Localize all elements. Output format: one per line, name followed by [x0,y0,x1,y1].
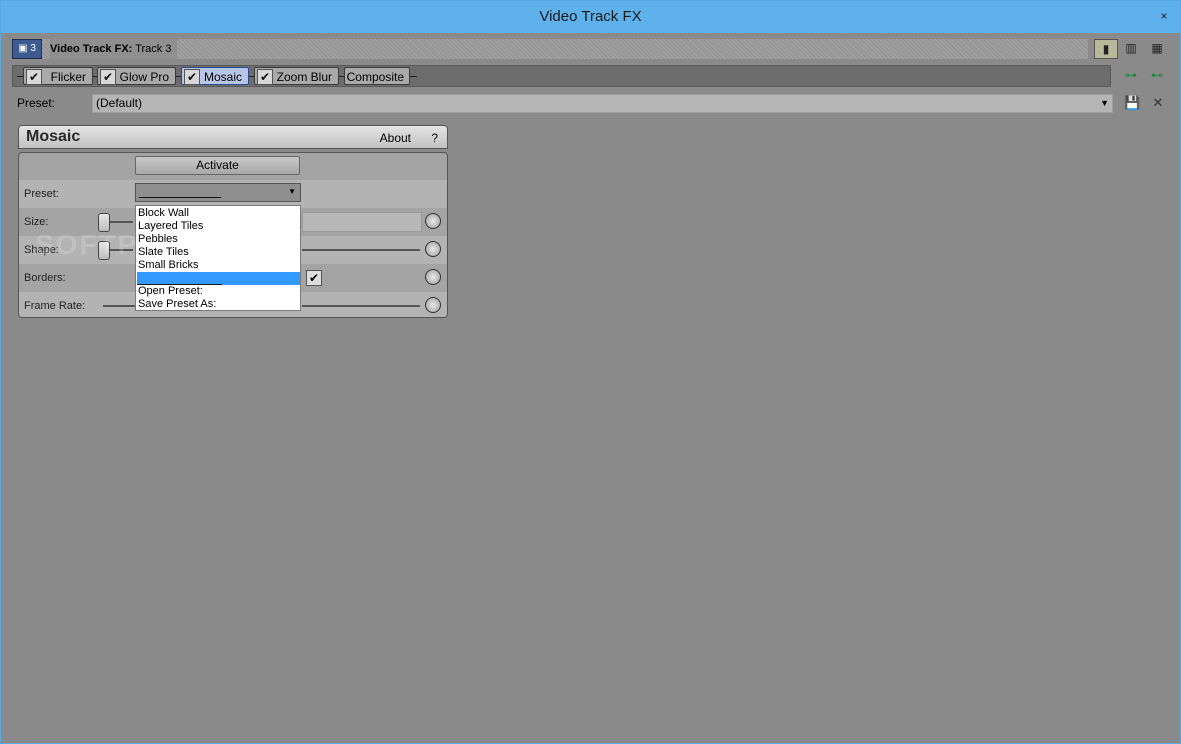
keyframe-clock-icon[interactable] [425,269,441,285]
title-bar: Video Track FX × [1,1,1180,33]
plugin-label: Zoom Blur [276,70,332,84]
chevron-down-icon[interactable]: ▼ [288,187,296,196]
save-preset-as-item[interactable]: Save Preset As: [137,298,300,311]
plugin-zoom-blur[interactable]: ✔ Zoom Blur [254,67,339,85]
about-link[interactable]: About [380,131,411,145]
preset-dropdown-list: Block Wall Layered Tiles Pebbles Slate T… [135,205,301,311]
chevron-down-icon[interactable]: ▼ [1100,95,1109,112]
preset-row-label: Preset: [24,188,59,200]
frame-rate-slider-track-right[interactable] [302,305,420,307]
check-icon[interactable]: ✔ [100,69,116,85]
view-grid-icon[interactable]: ▦ [1146,39,1168,57]
plugin-mosaic[interactable]: ✔ Mosaic [181,67,249,85]
preset-select[interactable]: (Default) ▼ [92,94,1113,113]
dropdown-value-line [139,197,221,198]
delete-preset-icon[interactable]: ✕ [1150,95,1166,111]
view-single-icon[interactable]: ▮ [1094,39,1118,59]
window-title: Video Track FX [539,8,642,25]
help-button[interactable]: ? [431,131,438,145]
preset-label: Preset: [17,96,56,110]
keyframe-clock-icon[interactable] [425,241,441,257]
plugin-label: Flicker [50,70,86,84]
plugin-header: Mosaic About ? [18,125,448,149]
activate-button[interactable]: Activate [135,156,300,175]
check-icon[interactable]: ✔ [257,69,273,85]
size-field[interactable] [302,212,422,232]
dropdown-item[interactable]: Layered Tiles [137,220,300,233]
plugin-label: Composite [346,70,404,84]
view-columns-icon[interactable]: ▥ [1120,39,1142,57]
dropdown-item[interactable]: Block Wall [137,207,300,220]
dropdown-item[interactable]: Small Bricks [137,259,300,272]
keyframe-clock-icon[interactable] [425,297,441,313]
dropdown-item[interactable]: Pebbles [137,233,300,246]
video-track-fx-window: Video Track FX × ▣ 3 Video Track FX: Tra… [0,0,1181,744]
borders-label: Borders: [24,272,66,284]
remove-plugin-icon[interactable]: ⊷ [1148,68,1166,84]
plugin-label: Glow Pro [119,70,169,84]
fx-chain: ✔ Flicker ✔ Glow Pro ✔ Mosaic ✔ Zoom Blu… [12,65,1111,87]
plugin-preset-dropdown[interactable]: ▼ [135,183,301,202]
preset-row: Preset: ▼ [19,180,447,208]
shape-slider-track-right[interactable] [302,249,420,251]
frame-rate-label: Frame Rate: [24,300,86,312]
plugin-glow-pro[interactable]: ✔ Glow Pro [97,67,176,85]
activate-row: Activate [19,153,447,181]
borders-checkbox[interactable]: ✔ [306,270,322,286]
plugin-title: Mosaic [26,128,81,145]
preset-value: (Default) [96,96,143,110]
header-title-prefix: Video Track FX: [50,43,133,55]
save-preset-icon[interactable]: 💾 [1124,95,1140,111]
header-track-name: Track 3 [135,43,172,55]
plugin-flicker[interactable]: ✔ Flicker [23,67,93,85]
plugin-composite[interactable]: Composite [344,67,410,85]
client-area: ▣ 3 Video Track FX: Track 3 ▮ ▥ ▦ ✔ Flic… [8,33,1173,736]
plugin-label: Mosaic [203,70,242,84]
open-preset-item[interactable]: Open Preset: [137,285,300,298]
add-plugin-icon[interactable]: ⊶ [1122,68,1140,84]
size-label: Size: [24,216,49,228]
close-icon[interactable]: × [1155,7,1173,25]
check-icon[interactable]: ✔ [26,69,42,85]
keyframe-clock-icon[interactable] [425,213,441,229]
track-header: ▣ 3 Video Track FX: Track 3 [12,39,1088,59]
header-title: Video Track FX: Track 3 [50,39,178,59]
check-icon[interactable]: ✔ [184,69,200,85]
dropdown-item[interactable]: Slate Tiles [137,246,300,259]
track-badge: ▣ 3 [12,39,42,59]
